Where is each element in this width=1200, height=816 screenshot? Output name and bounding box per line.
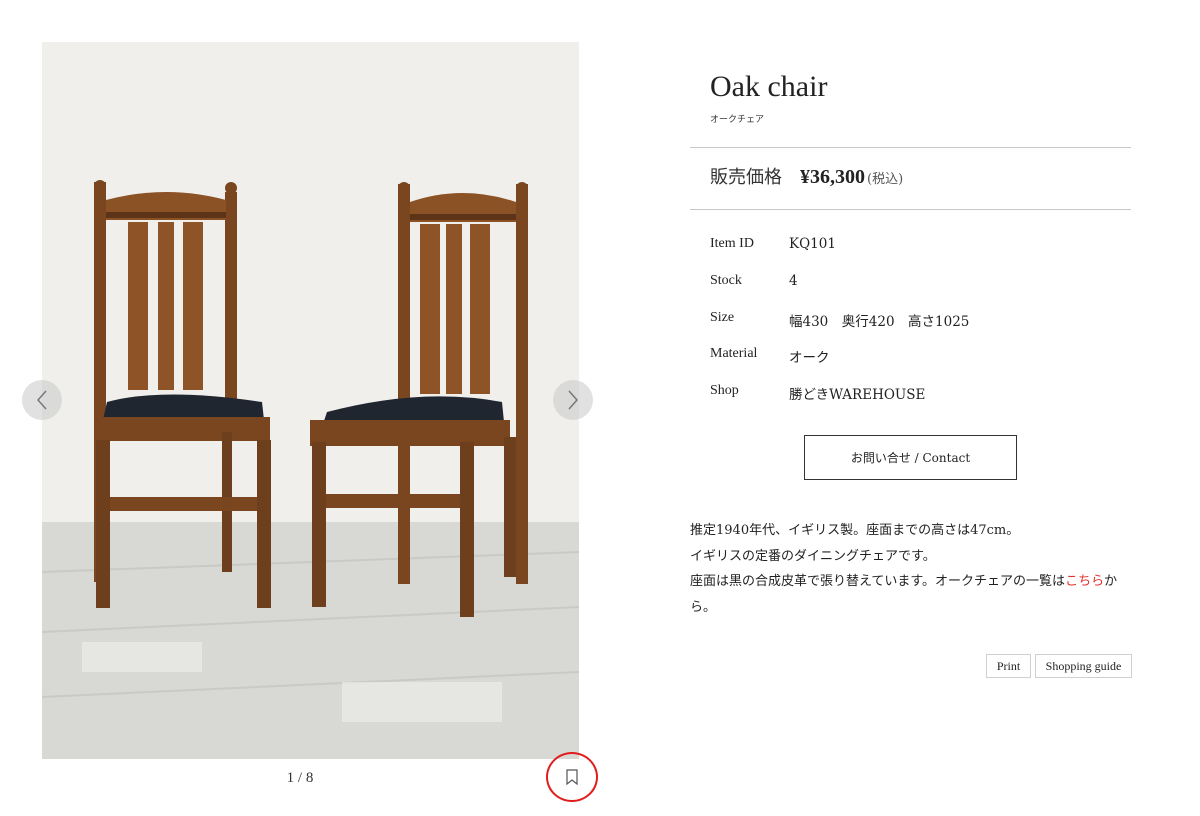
contact-button[interactable]: お問い合せ / Contact: [804, 435, 1017, 480]
description-line: イギリスの定番のダイニングチェアです。: [690, 548, 936, 564]
bookmark-icon: [566, 769, 578, 785]
spec-key: Item ID: [710, 236, 754, 251]
gallery-prev-button[interactable]: [22, 380, 62, 420]
spec-key: Shop: [710, 383, 739, 398]
price-value: ¥36,300: [800, 166, 865, 188]
product-subtitle: オークチェア: [710, 115, 765, 125]
product-image-gallery: [42, 42, 579, 759]
gallery-counter: 1 / 8: [286, 770, 314, 786]
divider: [690, 147, 1131, 148]
price-row: 販売価格 ¥36,300 (税込): [710, 163, 903, 193]
product-photo: [42, 42, 579, 759]
chevron-left-icon: [36, 390, 47, 410]
description-text: 座面は黒の合成皮革で張り替えています。オークチェアの一覧は: [690, 574, 1066, 589]
price-tax-note: (税込): [867, 172, 904, 187]
chevron-right-icon: [568, 390, 579, 410]
spec-value: KQ101: [789, 236, 836, 252]
oak-chair-list-link[interactable]: こちら: [1065, 574, 1104, 589]
spec-key: Size: [710, 310, 735, 325]
gallery-next-button[interactable]: [553, 380, 593, 420]
spec-value: オーク: [789, 350, 830, 366]
spec-key: Material: [710, 346, 758, 361]
spec-key: Stock: [710, 273, 742, 288]
product-description: 推定1940年代、イギリス製。座面までの高さは47cm。 イギリスの定番のダイニ…: [690, 518, 1135, 620]
description-line: 推定1940年代、イギリス製。座面までの高さは47cm。: [690, 523, 1020, 538]
price-label: 販売価格: [710, 167, 782, 188]
divider: [690, 209, 1131, 210]
spec-value: 幅430 奥行420 高さ1025: [789, 314, 970, 330]
spec-value: 4: [789, 273, 798, 289]
shopping-guide-button[interactable]: Shopping guide: [1035, 654, 1132, 678]
bookmark-button[interactable]: [546, 752, 598, 802]
description-line: 座面は黒の合成皮革で張り替えています。オークチェアの一覧はこちらから。: [690, 569, 1135, 620]
spec-value: 勝どきWAREHOUSE: [789, 387, 926, 403]
print-button[interactable]: Print: [986, 654, 1031, 678]
product-title: Oak chair: [710, 70, 828, 103]
